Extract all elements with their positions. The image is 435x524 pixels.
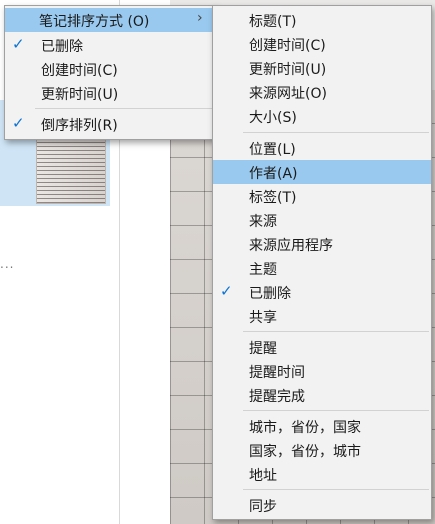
menu-item-label: 更新时间(U)	[41, 87, 119, 103]
menu-item-label: 已删除	[41, 39, 83, 55]
checkmark-icon: ✓	[220, 282, 233, 300]
menu-item-label: 创建时间(C)	[249, 38, 326, 54]
menu-item-label: 位置(L)	[249, 142, 296, 158]
menu-item-country-province-city[interactable]: 国家，省份，城市	[213, 438, 431, 462]
menu-item-label: 作者(A)	[249, 166, 298, 182]
menu-item-label: 倒序排列(R)	[41, 118, 118, 134]
menu-item-sync[interactable]: 同步	[213, 493, 431, 517]
menu-item-label: 更新时间(U)	[249, 62, 327, 78]
menu-item-title[interactable]: 标题(T)	[213, 8, 431, 32]
menu-item-updated-time[interactable]: 更新时间(U)	[213, 56, 431, 80]
menu-item-label: 标签(T)	[249, 190, 297, 206]
menu-item-tags[interactable]: 标签(T)	[213, 184, 431, 208]
menu-item-created-time[interactable]: 创建时间(C)	[5, 57, 215, 81]
menu-item-label: 来源应用程序	[249, 238, 333, 254]
menu-item-location[interactable]: 位置(L)	[213, 136, 431, 160]
menu-item-label: 共享	[249, 310, 277, 326]
note-snippet-ellipsis: ...	[0, 257, 15, 271]
menu-item-label: 地址	[249, 468, 277, 484]
context-menu: 笔记排序方式 (O) › ✓ 已删除 创建时间(C) 更新时间(U) ✓ 倒序排…	[4, 5, 216, 140]
menu-item-size[interactable]: 大小(S)	[213, 104, 431, 128]
menu-item-created-time[interactable]: 创建时间(C)	[213, 32, 431, 56]
menu-item-source-app[interactable]: 来源应用程序	[213, 232, 431, 256]
menu-separator	[243, 489, 429, 490]
menu-item-subject[interactable]: 主题	[213, 256, 431, 280]
menu-item-label: 标题(T)	[249, 14, 297, 30]
checkmark-icon: ✓	[12, 35, 25, 53]
menu-item-label: 笔记排序方式 (O)	[39, 14, 150, 30]
checkmark-icon: ✓	[12, 114, 25, 132]
menu-item-shared[interactable]: 共享	[213, 304, 431, 328]
menu-item-reminder-time[interactable]: 提醒时间	[213, 359, 431, 383]
menu-item-label: 已删除	[249, 286, 291, 302]
menu-item-address[interactable]: 地址	[213, 462, 431, 486]
chevron-right-icon: ›	[197, 10, 203, 26]
menu-item-label: 来源	[249, 214, 277, 230]
menu-separator	[243, 410, 429, 411]
menu-item-label: 同步	[249, 499, 277, 515]
note-thumbnail	[36, 138, 106, 204]
menu-item-city-province-country[interactable]: 城市，省份，国家	[213, 414, 431, 438]
sort-submenu: 标题(T) 创建时间(C) 更新时间(U) 来源网址(O) 大小(S) 位置(L…	[212, 5, 432, 520]
menu-item-label: 来源网址(O)	[249, 86, 327, 102]
menu-separator	[243, 132, 429, 133]
menu-item-author[interactable]: 作者(A)	[213, 160, 431, 184]
menu-item-source[interactable]: 来源	[213, 208, 431, 232]
menu-item-label: 创建时间(C)	[41, 63, 118, 79]
menu-item-label: 提醒时间	[249, 365, 305, 381]
menu-item-label: 提醒	[249, 341, 277, 357]
menu-item-deleted[interactable]: ✓ 已删除	[5, 33, 215, 57]
menu-item-label: 大小(S)	[249, 110, 297, 126]
menu-item-reminder-done[interactable]: 提醒完成	[213, 383, 431, 407]
menu-item-label: 主题	[249, 262, 277, 278]
menu-item-source-url[interactable]: 来源网址(O)	[213, 80, 431, 104]
menu-item-updated-time[interactable]: 更新时间(U)	[5, 81, 215, 105]
menu-item-sort-notes[interactable]: 笔记排序方式 (O) ›	[5, 8, 215, 32]
menu-item-reminder[interactable]: 提醒	[213, 335, 431, 359]
menu-item-reverse-order[interactable]: ✓ 倒序排列(R)	[5, 112, 215, 136]
menu-separator	[35, 108, 213, 109]
menu-item-deleted[interactable]: ✓ 已删除	[213, 280, 431, 304]
menu-separator	[243, 331, 429, 332]
menu-item-label: 提醒完成	[249, 389, 305, 405]
menu-item-label: 城市，省份，国家	[249, 420, 361, 436]
menu-item-label: 国家，省份，城市	[249, 444, 361, 460]
